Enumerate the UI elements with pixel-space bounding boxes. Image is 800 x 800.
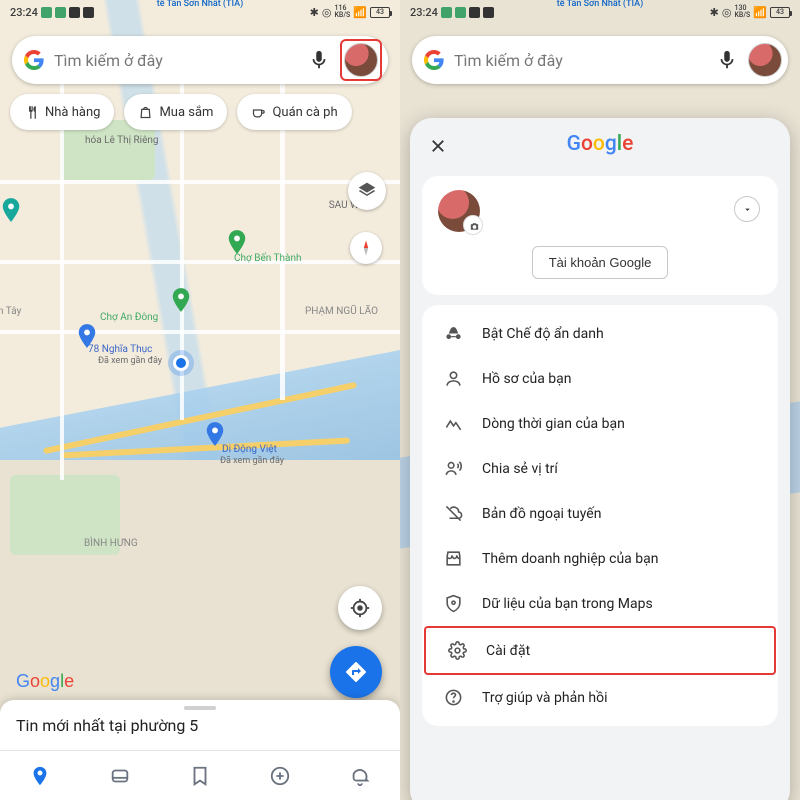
directions-button[interactable] <box>330 646 382 698</box>
menu-add-business[interactable]: Thêm doanh nghiệp của bạn <box>422 536 778 581</box>
bottom-nav <box>0 750 400 800</box>
area-label: PHẠM NGŨ LÃO <box>305 306 378 317</box>
menu-timeline[interactable]: Dòng thời gian của bạn <box>422 401 778 446</box>
avatar-highlight <box>340 39 382 81</box>
bottom-sheet[interactable]: Tin mới nhất tại phường 5 <box>0 700 400 750</box>
map-pin-icon[interactable] <box>76 326 98 348</box>
nav-updates[interactable] <box>320 751 400 800</box>
crosshair-icon <box>349 597 371 619</box>
google-logo-icon <box>24 50 44 70</box>
directions-icon <box>344 660 368 684</box>
map-pin-icon[interactable] <box>0 200 22 222</box>
google-title: Google <box>410 132 790 156</box>
mic-icon[interactable] <box>716 49 738 71</box>
shield-icon <box>444 594 463 613</box>
timeline-icon <box>444 414 463 433</box>
help-icon <box>444 688 463 707</box>
menu-settings[interactable]: Cài đặt <box>424 626 776 675</box>
map-pin-icon[interactable] <box>226 232 248 254</box>
status-bar: 23:24 tế Tân Sơn Nhất (TIA) ✱◎ 130KB/S 📶… <box>400 0 800 24</box>
incognito-icon <box>444 324 463 343</box>
category-chips: Nhà hàng Mua sắm Quán cà ph <box>10 94 400 130</box>
share-location-icon <box>444 459 463 478</box>
coffee-cup-icon <box>251 105 266 120</box>
shopping-bag-icon <box>138 105 153 120</box>
chevron-down-icon <box>742 204 753 215</box>
status-time: 23:24 <box>10 6 38 19</box>
account-sheet: Google Tài khoản Google Bật Chế độ ẩn da… <box>410 118 790 800</box>
status-airport: tế Tân Sơn Nhất (TIA) <box>157 0 244 9</box>
menu-card: Bật Chế độ ẩn danh Hồ sơ của bạn Dòng th… <box>422 305 778 726</box>
profile-avatar[interactable] <box>748 43 782 77</box>
search-bar[interactable]: Tìm kiếm ở đây <box>412 36 788 84</box>
menu-incognito[interactable]: Bật Chế độ ẩn danh <box>422 311 778 356</box>
map-pin-icon[interactable] <box>170 290 192 312</box>
poi-label: Di Động Việt <box>222 444 277 455</box>
chip-coffee[interactable]: Quán cà ph <box>237 94 351 130</box>
status-bar: 23:24 tế Tân Sơn Nhất (TIA) ✱◎ 116KB/S 📶… <box>0 0 400 24</box>
area-label: BÌNH HƯNG <box>84 538 138 549</box>
fork-knife-icon <box>24 105 39 120</box>
profile-avatar[interactable] <box>344 43 378 77</box>
nav-explore[interactable] <box>0 751 80 800</box>
nav-contribute[interactable] <box>240 751 320 800</box>
storefront-icon <box>444 549 463 568</box>
camera-icon <box>469 221 480 232</box>
poi-sublabel: Đã xem gần đây <box>98 356 162 366</box>
nav-saved[interactable] <box>160 751 240 800</box>
menu-profile[interactable]: Hồ sơ của bạn <box>422 356 778 401</box>
poi-sublabel: Đã xem gần đây <box>220 456 284 466</box>
status-airport: tế Tân Sơn Nhất (TIA) <box>557 0 644 9</box>
menu-help[interactable]: Trợ giúp và phản hồi <box>422 675 778 720</box>
battery-icon: 43 <box>770 7 790 18</box>
menu-your-data[interactable]: Dữ liệu của bạn trong Maps <box>422 581 778 626</box>
google-account-button[interactable]: Tài khoản Google <box>532 246 669 279</box>
layers-button[interactable] <box>348 172 386 210</box>
my-location-button[interactable] <box>338 586 382 630</box>
sheet-handle[interactable] <box>184 706 216 710</box>
phone-left: hóa Lê Thị Riêng SAU WARD Chợ Bến Thành … <box>0 0 400 800</box>
poi-label: Chợ An Đông <box>100 312 158 323</box>
chip-restaurants[interactable]: Nhà hàng <box>10 94 114 130</box>
compass-icon <box>357 239 375 257</box>
menu-offline-maps[interactable]: Bản đồ ngoại tuyến <box>422 491 778 536</box>
menu-share-location[interactable]: Chia sẻ vị trí <box>422 446 778 491</box>
battery-icon: 43 <box>370 7 390 18</box>
phone-right: 23:24 tế Tân Sơn Nhất (TIA) ✱◎ 130KB/S 📶… <box>400 0 800 800</box>
nav-go[interactable] <box>80 751 160 800</box>
search-bar[interactable]: Tìm kiếm ở đây <box>12 36 388 84</box>
current-location-dot <box>173 355 189 371</box>
account-dropdown[interactable] <box>734 196 760 222</box>
mic-icon[interactable] <box>308 49 330 71</box>
google-watermark: Google <box>16 671 74 692</box>
poi-label: hóa Lê Thị Riêng <box>85 135 159 146</box>
google-logo-icon <box>424 50 444 70</box>
status-time: 23:24 <box>410 6 438 19</box>
person-icon <box>444 369 463 388</box>
layers-icon <box>357 181 377 201</box>
search-placeholder: Tìm kiếm ở đây <box>454 51 706 70</box>
area-label: n Tây <box>0 306 21 317</box>
account-card: Tài khoản Google <box>422 176 778 295</box>
gear-icon <box>448 641 467 660</box>
compass-button[interactable] <box>350 232 382 264</box>
cloud-off-icon <box>444 504 463 523</box>
chip-shopping[interactable]: Mua sắm <box>124 94 227 130</box>
search-placeholder: Tìm kiếm ở đây <box>54 51 298 70</box>
sheet-title: Tin mới nhất tại phường 5 <box>16 716 198 735</box>
map-pin-icon[interactable] <box>204 424 226 446</box>
